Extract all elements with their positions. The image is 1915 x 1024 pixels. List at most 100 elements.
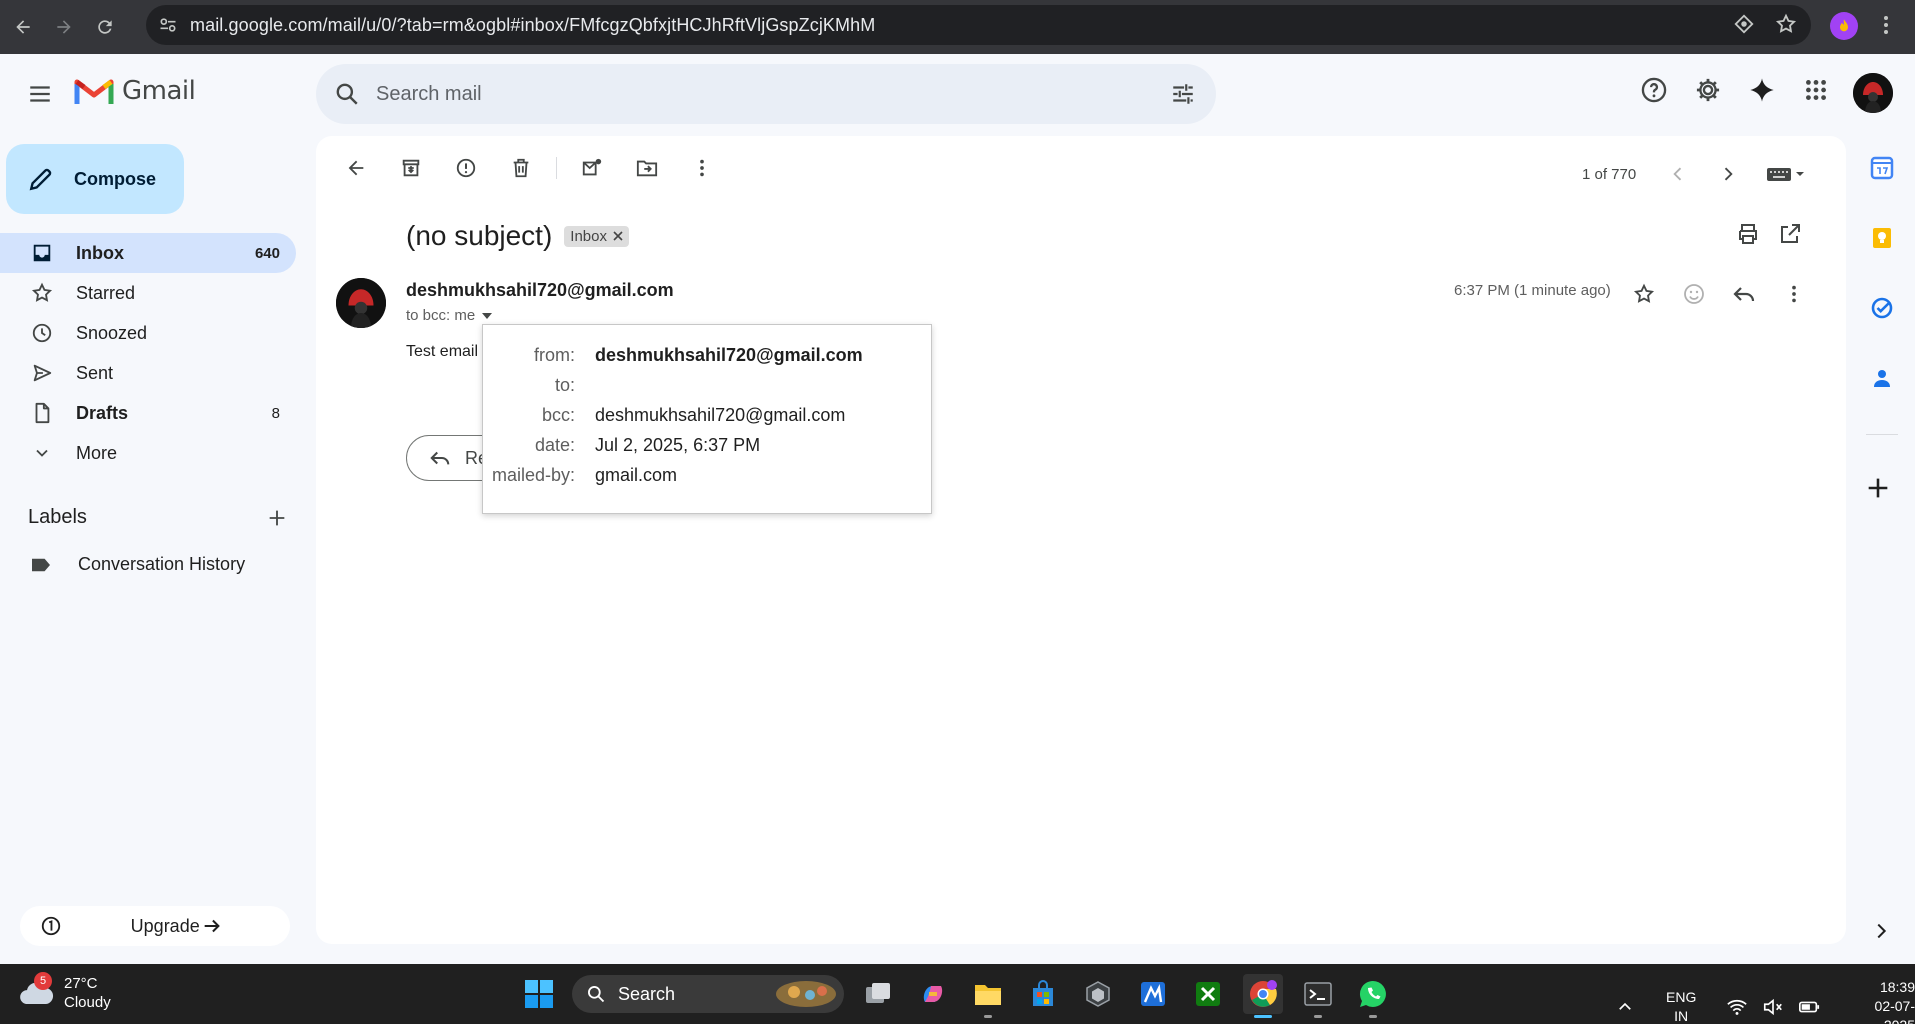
recipient-text: to bcc: me — [406, 307, 476, 324]
avatar-image-icon — [1853, 73, 1893, 113]
gmail-logo[interactable]: Gmail — [74, 76, 196, 106]
taskbar-store[interactable] — [1023, 974, 1063, 1014]
taskbar-task-view[interactable] — [858, 974, 898, 1014]
account-avatar[interactable] — [1853, 73, 1893, 113]
gemini-button[interactable] — [1744, 72, 1780, 108]
sender-avatar[interactable] — [336, 278, 386, 328]
reload-button[interactable] — [87, 9, 123, 45]
tasks-app-button[interactable] — [1864, 290, 1900, 326]
search-icon[interactable] — [334, 81, 360, 107]
reply-button[interactable] — [1726, 276, 1762, 312]
open-new-window-button[interactable] — [1778, 222, 1802, 246]
taskbar-file-explorer[interactable] — [968, 974, 1008, 1018]
chrome-icon — [1250, 980, 1277, 1007]
back-button[interactable] — [5, 9, 41, 45]
task-view-icon — [866, 983, 890, 1003]
show-side-panel-button[interactable] — [1870, 920, 1892, 942]
gmail-header: Gmail — [0, 54, 1915, 134]
taskbar-app-hexagon[interactable] — [1078, 974, 1118, 1014]
settings-button[interactable] — [1690, 72, 1726, 108]
more-actions-button[interactable] — [682, 148, 722, 188]
site-settings-icon[interactable] — [158, 15, 178, 35]
chevron-right-icon — [1725, 167, 1733, 181]
apps-grid-icon — [1806, 80, 1826, 100]
older-button[interactable] — [1710, 156, 1746, 192]
language-indicator[interactable]: ENG IN — [1666, 988, 1696, 1024]
keep-app-button[interactable] — [1864, 220, 1900, 256]
taskbar-search-label: Search — [618, 983, 676, 1004]
volume-muted-icon[interactable] — [1762, 997, 1784, 1017]
taskbar-terminal[interactable] — [1298, 974, 1338, 1018]
address-bar[interactable]: mail.google.com/mail/u/0/?tab=rm&ogbl#in… — [146, 5, 1811, 45]
sidebar-item-more[interactable]: More — [0, 433, 296, 473]
contacts-app-button[interactable] — [1864, 360, 1900, 396]
star-message-button[interactable] — [1626, 276, 1662, 312]
browser-menu-button[interactable] — [1874, 13, 1898, 37]
help-button[interactable] — [1636, 72, 1672, 108]
input-tools-button[interactable] — [1760, 156, 1812, 192]
show-hidden-icons-button[interactable] — [1616, 998, 1634, 1016]
taskbar-clock[interactable]: 18:39 02-07-2025 — [1844, 978, 1915, 1024]
add-label-button[interactable] — [266, 507, 288, 529]
message-more-button[interactable] — [1776, 276, 1812, 312]
move-to-button[interactable] — [627, 148, 667, 188]
taskbar-search[interactable]: Search — [572, 975, 844, 1013]
sidebar-item-snoozed[interactable]: Snoozed — [0, 313, 296, 353]
report-spam-button[interactable] — [446, 148, 486, 188]
sidebar-item-inbox[interactable]: Inbox 640 — [0, 233, 296, 273]
sidebar-item-starred[interactable]: Starred — [0, 273, 296, 313]
taskbar-xbox[interactable] — [1188, 974, 1228, 1014]
more-vert-icon — [1792, 285, 1796, 303]
taskbar-app-blue[interactable] — [1133, 974, 1173, 1014]
message-details-popup: from: deshmukhsahil720@gmail.com to: bcc… — [482, 324, 932, 514]
sidebar-item-drafts[interactable]: Drafts 8 — [0, 393, 296, 433]
lens-icon[interactable] — [1733, 13, 1755, 35]
email-subject: (no subject) — [406, 220, 553, 251]
get-addons-button[interactable] — [1864, 474, 1892, 502]
browser-profile-avatar[interactable] — [1830, 12, 1858, 40]
sender-email[interactable]: deshmukhsahil720@gmail.com — [406, 280, 674, 301]
sidebar-item-label: Sent — [76, 362, 114, 383]
mark-unread-button[interactable] — [572, 148, 612, 188]
weather-widget[interactable]: 5 27°C Cloudy — [18, 972, 111, 1012]
taskbar-whatsapp[interactable] — [1353, 974, 1393, 1018]
newer-button[interactable] — [1660, 156, 1696, 192]
back-to-inbox-button[interactable] — [336, 148, 376, 188]
label-name: Conversation History — [78, 554, 246, 574]
side-panel — [1860, 150, 1904, 430]
add-reaction-button[interactable] — [1676, 276, 1712, 312]
delete-button[interactable] — [501, 148, 541, 188]
show-details-button[interactable] — [481, 310, 493, 322]
bookmark-star-icon[interactable] — [1775, 13, 1797, 35]
print-all-button[interactable] — [1736, 222, 1760, 246]
search-input[interactable] — [376, 82, 1136, 106]
details-key: date: — [534, 435, 575, 455]
upgrade-button[interactable]: Upgrade — [20, 906, 290, 946]
sidebar-label-conversation-history[interactable]: Conversation History — [30, 554, 245, 575]
compose-button[interactable]: Compose — [6, 144, 184, 214]
forward-button[interactable] — [46, 9, 82, 45]
main-menu-button[interactable] — [22, 76, 58, 112]
details-value[interactable]: deshmukhsahil720@gmail.com — [595, 345, 863, 366]
sidebar-item-sent[interactable]: Sent — [0, 353, 296, 393]
battery-icon[interactable] — [1798, 997, 1820, 1017]
arrow-right-icon — [57, 20, 71, 34]
details-key: to: — [554, 375, 575, 395]
move-folder-icon — [636, 160, 658, 177]
apps-button[interactable] — [1798, 72, 1834, 108]
wifi-icon[interactable] — [1726, 997, 1748, 1017]
calendar-app-button[interactable] — [1864, 150, 1900, 186]
arrow-left-icon — [16, 20, 30, 34]
close-icon — [613, 231, 623, 241]
remove-label-button[interactable] — [613, 231, 623, 241]
windows-taskbar: 5 27°C Cloudy Search ENG IN 18:39 02-07- — [0, 964, 1915, 1024]
search-bar[interactable] — [316, 64, 1216, 124]
archive-button[interactable] — [391, 148, 431, 188]
details-value[interactable]: deshmukhsahil720@gmail.com — [595, 405, 845, 426]
taskbar-copilot[interactable] — [913, 974, 953, 1014]
start-button[interactable] — [524, 979, 554, 1009]
gmail-m-icon — [74, 79, 114, 104]
details-key: bcc: — [541, 405, 575, 425]
taskbar-chrome[interactable] — [1243, 974, 1283, 1018]
search-options-icon[interactable] — [1170, 81, 1196, 107]
